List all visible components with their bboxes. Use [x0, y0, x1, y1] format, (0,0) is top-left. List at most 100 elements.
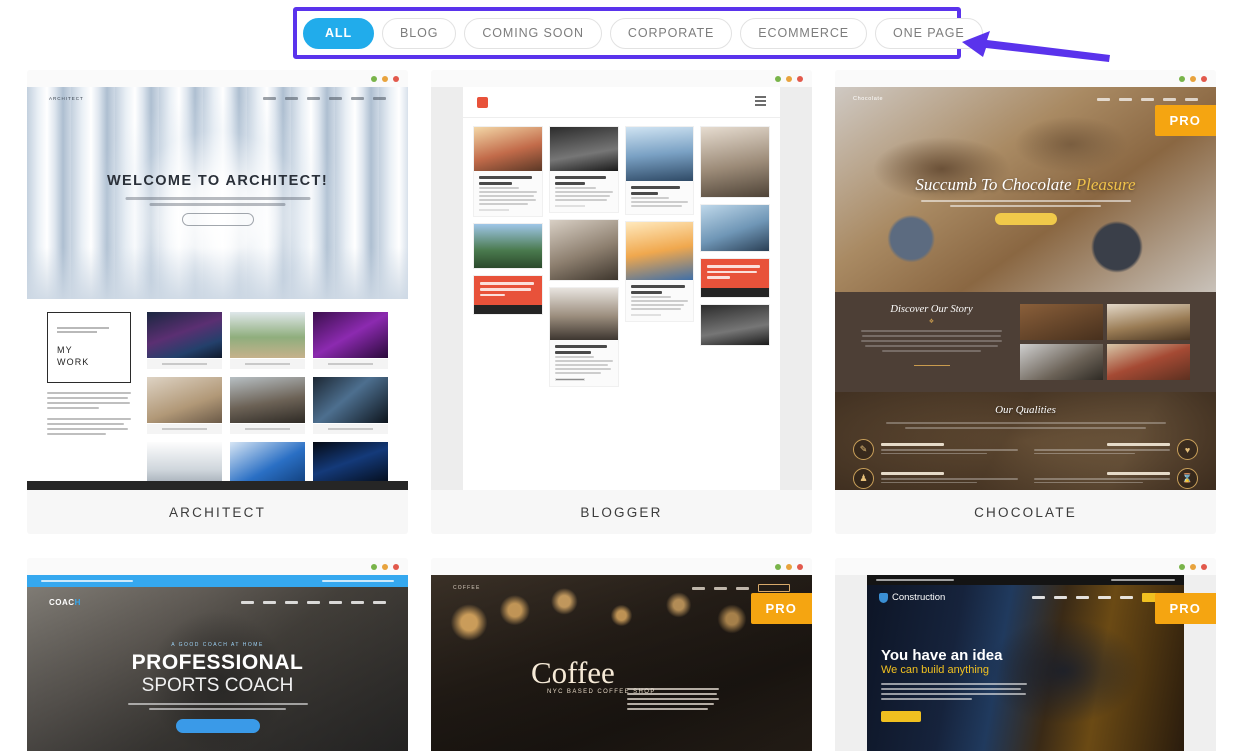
architect-preview-gallery — [147, 312, 388, 490]
list-item: ♥ — [1034, 439, 1199, 460]
window-dot-red-icon — [1201, 76, 1207, 82]
template-card-chocolate[interactable]: PRO Chocolate Succumb To Chocolate Pleas… — [835, 70, 1216, 534]
coffee-preview-paragraph — [627, 688, 719, 713]
filter-chip-ecommerce[interactable]: ECOMMERCE — [740, 18, 867, 49]
coach-preview-topbar — [27, 575, 408, 587]
list-item — [549, 219, 619, 281]
category-filter-list: ALL BLOG COMING SOON CORPORATE ECOMMERCE… — [303, 15, 983, 51]
template-card-coach[interactable]: COACH A GOOD COACH AT HOME PROFESSIONAL … — [27, 558, 408, 751]
chocolate-story-button — [914, 358, 950, 366]
filter-chip-one-page[interactable]: ONE PAGE — [875, 18, 983, 49]
template-card-coffee[interactable]: PRO COFFEE Coffee NYC BASED COFFEE SHOP — [431, 558, 812, 751]
window-dot-green-icon — [775, 76, 781, 82]
window-dot-yellow-icon — [786, 564, 792, 570]
filter-chip-label: ONE PAGE — [893, 26, 965, 40]
blogger-preview-quote — [474, 276, 542, 305]
list-item — [473, 275, 543, 315]
construction-preview-nav: Construction — [867, 590, 1184, 605]
construction-preview-topbar — [867, 575, 1184, 585]
filter-chip-label: BLOG — [400, 26, 438, 40]
window-dot-red-icon — [1201, 564, 1207, 570]
browser-chrome-bar — [431, 70, 812, 87]
construction-preview-headline-1: You have an idea — [881, 647, 1002, 664]
list-item — [473, 223, 543, 269]
construction-preview-headline-2: We can build anything — [881, 664, 989, 676]
list-item — [625, 126, 695, 215]
shield-icon — [879, 593, 888, 603]
filter-chip-blog[interactable]: BLOG — [382, 18, 456, 49]
window-dot-green-icon — [1179, 564, 1185, 570]
coach-preview-nav: COACH — [27, 595, 408, 609]
template-preview-construction: PRO Construction — [835, 575, 1216, 751]
chocolate-quality-icon-1: ✎ — [853, 439, 874, 460]
list-item — [700, 304, 770, 346]
window-dot-green-icon — [1179, 76, 1185, 82]
chocolate-story-diamond-icon: ❖ — [861, 318, 1002, 325]
filter-chip-label: ALL — [325, 26, 352, 40]
construction-preview-logo: Construction — [879, 592, 945, 603]
architect-preview-paragraph-2 — [47, 418, 131, 435]
construction-hero-image: Construction You have an idea We can bui… — [867, 585, 1184, 751]
chocolate-quality-icon-4: ⌛ — [1177, 468, 1198, 489]
browser-chrome-bar — [27, 558, 408, 575]
coach-preview-headline-2: SPORTS COACH — [27, 675, 408, 697]
window-dot-yellow-icon — [382, 564, 388, 570]
coffee-preview-nav-button — [758, 584, 790, 592]
window-dot-red-icon — [797, 564, 803, 570]
coffee-preview-logo: COFFEE — [453, 585, 480, 591]
coffee-preview-headline: Coffee — [531, 657, 615, 688]
window-dot-yellow-icon — [1190, 76, 1196, 82]
template-card-title: CHOCOLATE — [835, 490, 1216, 534]
blogger-preview-post-grid — [463, 118, 780, 395]
card-grid-row: COACH A GOOD COACH AT HOME PROFESSIONAL … — [0, 558, 1248, 751]
chocolate-preview-cta-button — [995, 213, 1057, 225]
chocolate-qualities-grid: ✎ ♥ ♟ ⌛ — [835, 439, 1216, 489]
chocolate-qualities-section: Our Qualities ✎ ♥ ♟ — [835, 392, 1216, 490]
coffee-preview-nav-links — [692, 584, 790, 592]
template-card-grid: ARCHITECT WELCOME TO ARCHITECT! — [0, 70, 1248, 736]
coach-logo-accent: H — [75, 598, 81, 607]
filter-bar-region: ALL BLOG COMING SOON CORPORATE ECOMMERCE… — [0, 0, 1248, 70]
architect-preview-subtext — [125, 197, 310, 209]
template-card-construction[interactable]: PRO Construction — [835, 558, 1216, 751]
architect-preview-nav-links — [263, 97, 386, 100]
coach-preview-cta-button — [176, 719, 260, 733]
template-preview-blogger — [431, 87, 812, 490]
browser-chrome-bar — [835, 558, 1216, 575]
window-dot-yellow-icon — [1190, 564, 1196, 570]
window-dot-yellow-icon — [786, 76, 792, 82]
chocolate-headline-plain: Succumb To Chocolate — [915, 175, 1075, 194]
annotation-arrow-icon — [960, 22, 1112, 66]
coach-preview-headline-1: PROFESSIONAL — [27, 651, 408, 675]
pro-badge: PRO — [751, 593, 812, 624]
template-card-architect[interactable]: ARCHITECT WELCOME TO ARCHITECT! — [27, 70, 408, 534]
coach-preview-pretitle: A GOOD COACH AT HOME — [27, 642, 408, 648]
blogger-preview-logo-icon — [477, 97, 488, 108]
chocolate-qualities-title: Our Qualities — [835, 404, 1216, 416]
list-item — [700, 126, 770, 198]
construction-preview-page: Construction You have an idea We can bui… — [867, 575, 1184, 751]
coach-preview-nav-links — [241, 601, 386, 604]
architect-my-work-line1: MY — [57, 345, 73, 355]
architect-my-work-line2: WORK — [57, 357, 89, 367]
coach-logo-plain: COAC — [49, 598, 75, 607]
filter-chip-label: ECOMMERCE — [758, 26, 849, 40]
list-item — [473, 126, 543, 217]
filter-chip-corporate[interactable]: CORPORATE — [610, 18, 732, 49]
architect-preview-logo: ARCHITECT — [49, 96, 84, 101]
template-preview-chocolate: PRO Chocolate Succumb To Chocolate Pleas… — [835, 87, 1216, 490]
list-item — [549, 126, 619, 213]
filter-chip-all[interactable]: ALL — [303, 18, 374, 49]
construction-preview-nav-links — [1032, 593, 1172, 602]
filter-chip-coming-soon[interactable]: COMING SOON — [464, 18, 602, 49]
list-item: ♟ — [853, 468, 1018, 489]
window-dot-red-icon — [393, 76, 399, 82]
template-card-blogger[interactable]: BLOGGER — [431, 70, 812, 534]
architect-preview-nav: ARCHITECT — [27, 87, 408, 109]
chocolate-preview-headline: Succumb To Chocolate Pleasure — [835, 175, 1216, 195]
window-dot-green-icon — [371, 76, 377, 82]
template-card-title: ARCHITECT — [27, 490, 408, 534]
architect-preview-portfolio-section: MY WORK — [27, 299, 408, 490]
chocolate-quality-icon-3: ♟ — [853, 468, 874, 489]
chocolate-headline-accent: Pleasure — [1076, 175, 1136, 194]
